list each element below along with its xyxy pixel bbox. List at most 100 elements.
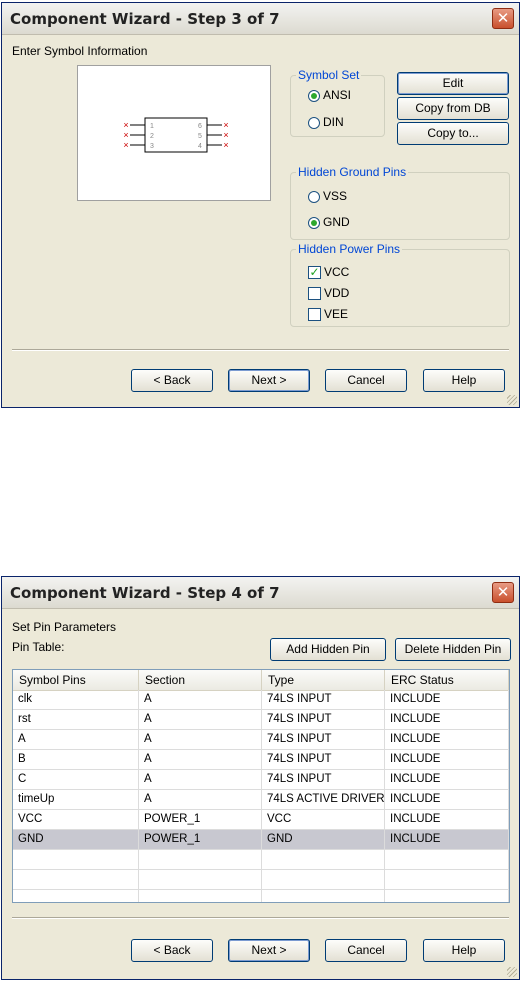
column-header[interactable]: Type: [262, 670, 385, 690]
section-heading: Enter Symbol Information: [12, 44, 148, 58]
table-cell[interactable]: INCLUDE: [385, 830, 509, 850]
column-header[interactable]: Symbol Pins: [13, 670, 139, 690]
table-header: Symbol Pins Section Type ERC Status: [13, 670, 509, 691]
table-cell[interactable]: rst: [13, 710, 139, 730]
svg-text:×: ×: [223, 120, 228, 130]
radio-indicator: [308, 216, 320, 229]
add-hidden-pin-button[interactable]: Add Hidden Pin: [270, 638, 386, 661]
table-cell[interactable]: INCLUDE: [385, 810, 509, 830]
resize-grip-icon[interactable]: [507, 395, 517, 405]
table-row[interactable]: C A 74LS INPUT INCLUDE: [13, 770, 509, 790]
table-cell[interactable]: VCC: [13, 810, 139, 830]
table-cell[interactable]: VCC: [262, 810, 385, 830]
right-pins: × × ×: [207, 120, 229, 150]
table-cell[interactable]: [13, 870, 139, 890]
next-button[interactable]: Next >: [228, 939, 310, 962]
resize-grip-icon[interactable]: [507, 967, 517, 977]
table-cell[interactable]: timeUp: [13, 790, 139, 810]
empty-row[interactable]: [13, 870, 509, 890]
table-row[interactable]: GND POWER_1 GND INCLUDE: [13, 830, 509, 850]
svg-text:×: ×: [123, 120, 128, 130]
back-button[interactable]: < Back: [131, 369, 213, 392]
help-button[interactable]: Help: [423, 369, 505, 392]
table-cell[interactable]: 74LS INPUT: [262, 710, 385, 730]
table-cell[interactable]: 74LS INPUT: [262, 730, 385, 750]
table-cell[interactable]: A: [13, 730, 139, 750]
table-cell[interactable]: [385, 890, 509, 902]
delete-hidden-pin-button[interactable]: Delete Hidden Pin: [395, 638, 511, 661]
title-bar[interactable]: Component Wizard - Step 3 of 7 ✕: [2, 3, 519, 35]
checkbox-vdd[interactable]: VDD: [308, 285, 349, 301]
table-cell[interactable]: 74LS INPUT: [262, 750, 385, 770]
close-icon: ✕: [496, 584, 510, 601]
table-cell[interactable]: clk: [13, 690, 139, 710]
edit-button[interactable]: Edit: [397, 72, 509, 95]
table-cell[interactable]: A: [139, 690, 262, 710]
table-cell[interactable]: A: [139, 730, 262, 750]
copy-to-button[interactable]: Copy to...: [397, 122, 509, 145]
table-row[interactable]: timeUp A 74LS ACTIVE DRIVER INCLUDE: [13, 790, 509, 810]
wizard-window-step3: Component Wizard - Step 3 of 7 ✕ Enter S…: [1, 2, 520, 408]
option-label: ANSI: [323, 88, 352, 102]
table-cell[interactable]: [13, 890, 139, 902]
radio-ansi[interactable]: ANSI: [308, 87, 351, 103]
table-cell[interactable]: A: [139, 710, 262, 730]
table-cell[interactable]: A: [139, 770, 262, 790]
table-row[interactable]: VCC POWER_1 VCC INCLUDE: [13, 810, 509, 830]
svg-text:×: ×: [223, 140, 228, 150]
table-row[interactable]: A A 74LS INPUT INCLUDE: [13, 730, 509, 750]
table-cell[interactable]: A: [139, 750, 262, 770]
table-cell[interactable]: [262, 870, 385, 890]
empty-row[interactable]: [13, 850, 509, 870]
help-button[interactable]: Help: [423, 939, 505, 962]
table-row[interactable]: clk A 74LS INPUT INCLUDE: [13, 690, 509, 710]
table-cell[interactable]: GND: [13, 830, 139, 850]
table-row[interactable]: rst A 74LS INPUT INCLUDE: [13, 710, 509, 730]
next-button[interactable]: Next >: [228, 369, 310, 392]
table-cell[interactable]: INCLUDE: [385, 770, 509, 790]
table-cell[interactable]: [139, 850, 262, 870]
wizard-window-step4: Component Wizard - Step 4 of 7 ✕ Set Pin…: [1, 576, 520, 980]
cancel-button[interactable]: Cancel: [325, 939, 407, 962]
close-button[interactable]: ✕: [492, 8, 514, 29]
table-cell[interactable]: INCLUDE: [385, 690, 509, 710]
table-cell[interactable]: [262, 890, 385, 902]
table-cell[interactable]: 74LS INPUT: [262, 690, 385, 710]
table-cell[interactable]: INCLUDE: [385, 790, 509, 810]
copy-from-db-button[interactable]: Copy from DB: [397, 97, 509, 120]
close-button[interactable]: ✕: [492, 582, 514, 603]
radio-gnd[interactable]: GND: [308, 214, 350, 230]
checkbox-vcc[interactable]: ✓ VCC: [308, 264, 349, 280]
option-label: VSS: [323, 189, 348, 203]
radio-vss[interactable]: VSS: [308, 188, 347, 204]
cancel-button[interactable]: Cancel: [325, 369, 407, 392]
table-cell[interactable]: POWER_1: [139, 810, 262, 830]
table-cell[interactable]: [262, 850, 385, 870]
column-header[interactable]: ERC Status: [385, 670, 509, 690]
close-icon: ✕: [496, 10, 510, 27]
pin-table[interactable]: Symbol Pins Section Type ERC Status clk A…: [12, 669, 510, 903]
table-row[interactable]: B A 74LS INPUT INCLUDE: [13, 750, 509, 770]
table-cell[interactable]: GND: [262, 830, 385, 850]
column-header[interactable]: Section: [139, 670, 262, 690]
table-cell[interactable]: B: [13, 750, 139, 770]
table-cell[interactable]: [139, 890, 262, 902]
title-bar[interactable]: Component Wizard - Step 4 of 7 ✕: [2, 577, 519, 609]
table-cell[interactable]: INCLUDE: [385, 750, 509, 770]
table-cell[interactable]: [385, 850, 509, 870]
empty-row[interactable]: [13, 890, 509, 902]
checkbox-vee[interactable]: VEE: [308, 306, 348, 322]
window-title: Component Wizard - Step 4 of 7: [10, 584, 280, 602]
table-cell[interactable]: C: [13, 770, 139, 790]
table-cell[interactable]: INCLUDE: [385, 710, 509, 730]
table-cell[interactable]: [385, 870, 509, 890]
table-cell[interactable]: INCLUDE: [385, 730, 509, 750]
table-cell[interactable]: 74LS INPUT: [262, 770, 385, 790]
table-cell[interactable]: [139, 870, 262, 890]
table-cell[interactable]: 74LS ACTIVE DRIVER: [262, 790, 385, 810]
radio-din[interactable]: DIN: [308, 114, 344, 130]
table-cell[interactable]: [13, 850, 139, 870]
back-button[interactable]: < Back: [131, 939, 213, 962]
table-cell[interactable]: A: [139, 790, 262, 810]
table-cell[interactable]: POWER_1: [139, 830, 262, 850]
